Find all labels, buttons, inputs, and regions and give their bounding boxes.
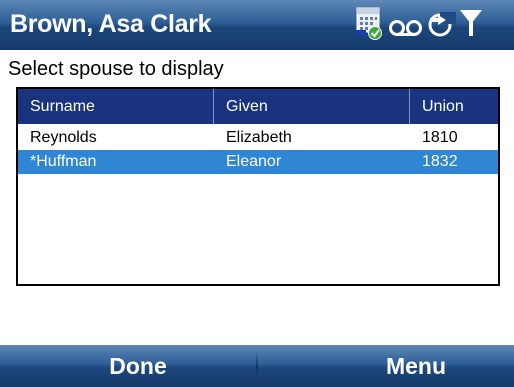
- window-title: Brown, Asa Clark: [10, 10, 212, 38]
- softkey-bar: Done Menu: [0, 345, 514, 387]
- status-icons: [354, 6, 504, 44]
- calendar-check-icon[interactable]: [356, 6, 386, 40]
- menu-softkey[interactable]: Menu: [346, 345, 486, 387]
- list-header: Surname Given Union: [18, 89, 498, 124]
- column-header-surname[interactable]: Surname: [18, 89, 214, 124]
- column-header-union[interactable]: Union: [410, 89, 498, 124]
- cell-given: Elizabeth: [226, 129, 292, 146]
- voicemail-icon[interactable]: [388, 6, 424, 40]
- cell-surname: *Huffman: [30, 153, 97, 170]
- cell-given: Eleanor: [226, 153, 282, 170]
- list-row-reynolds[interactable]: Reynolds Elizabeth 1810: [18, 126, 498, 150]
- done-softkey[interactable]: Done: [68, 345, 208, 387]
- spouse-list[interactable]: Surname Given Union Reynolds Elizabeth 1…: [16, 87, 500, 286]
- cell-union: 1832: [422, 153, 458, 170]
- title-bar: Brown, Asa Clark: [0, 0, 514, 50]
- column-header-given[interactable]: Given: [214, 89, 410, 124]
- cell-union: 1810: [422, 129, 458, 146]
- prompt-label: Select spouse to display: [8, 58, 224, 80]
- sync-icon[interactable]: [426, 6, 456, 40]
- signal-icon[interactable]: [458, 6, 484, 40]
- softkey-divider: [256, 351, 258, 381]
- cell-surname: Reynolds: [30, 129, 97, 146]
- list-row-huffman[interactable]: *Huffman Eleanor 1832: [18, 150, 498, 174]
